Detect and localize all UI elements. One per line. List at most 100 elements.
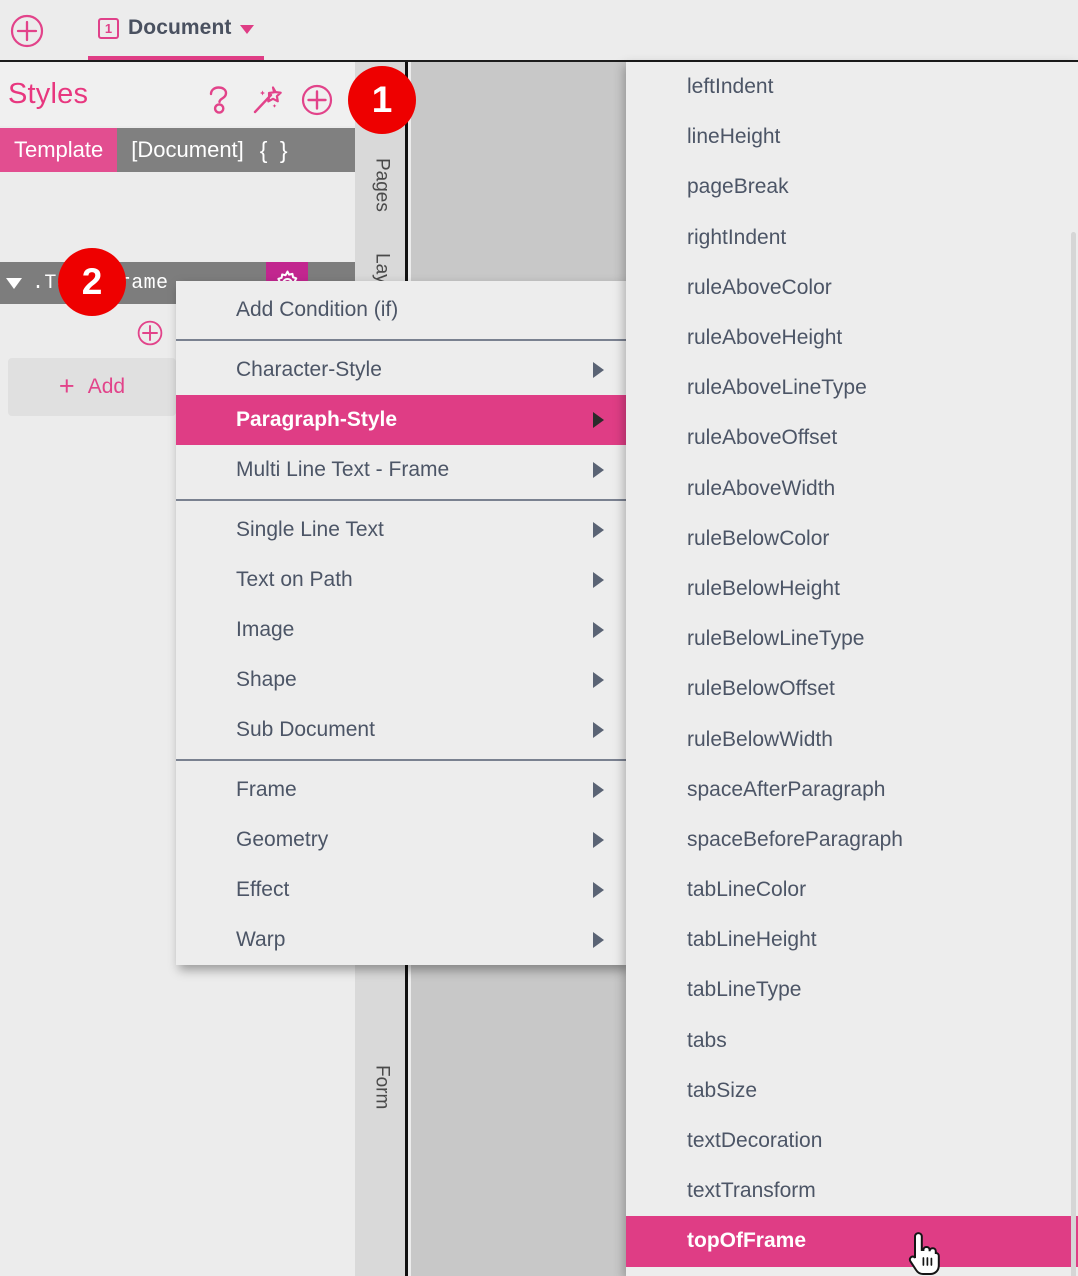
submenu-arrow-icon — [593, 882, 604, 898]
menu-item[interactable]: Paragraph-Style — [176, 395, 626, 445]
menu-item[interactable]: Single Line Text — [176, 505, 626, 555]
submenu-item-label: ruleBelowColor — [687, 526, 830, 550]
submenu-item-label: textDecoration — [687, 1129, 823, 1153]
submenu-arrow-icon — [593, 782, 604, 798]
submenu-item-label: spaceBeforeParagraph — [687, 827, 903, 851]
submenu-item-label: tabLineColor — [687, 878, 807, 902]
vertical-tab-pages-label: Pages — [371, 158, 393, 212]
submenu-item[interactable]: pageBreak — [626, 162, 1078, 212]
paragraph-style-submenu: leftIndent lineHeight pageBreak rightIndent… — [626, 62, 1078, 1276]
submenu-item[interactable]: rightIndent — [626, 213, 1078, 263]
submenu-item-label: textTransform — [687, 1179, 816, 1203]
step-badge-2: 2 — [58, 248, 126, 316]
submenu-item-label: tabs — [687, 1028, 727, 1052]
step-badge-1: 1 — [348, 66, 416, 134]
magic-wand-icon[interactable] — [252, 85, 282, 115]
menu-item-label: Geometry — [236, 828, 329, 851]
submenu-item[interactable]: ruleAboveColor — [626, 263, 1078, 313]
menu-item-label: Shape — [236, 668, 297, 691]
submenu-item[interactable]: spaceAfterParagraph — [626, 765, 1078, 815]
submenu-arrow-icon — [593, 672, 604, 688]
submenu-item[interactable]: spaceBeforeParagraph — [626, 815, 1078, 865]
menu-separator — [176, 759, 626, 761]
page-count-badge: 1 — [98, 17, 119, 39]
menu-item[interactable]: Effect — [176, 865, 626, 915]
menu-item[interactable]: Shape — [176, 655, 626, 705]
tab-document[interactable]: 1 Document — [88, 0, 265, 60]
submenu-item[interactable]: tabSize — [626, 1066, 1078, 1116]
submenu-item[interactable]: ruleBelowLineType — [626, 614, 1078, 664]
menu-item-label: Add Condition (if) — [236, 298, 399, 321]
submenu-item[interactable]: textTransform — [626, 1166, 1078, 1216]
styles-panel-header: Styles — [0, 62, 355, 126]
submenu-item[interactable]: lineHeight — [626, 112, 1078, 162]
submenu-item-label: rightIndent — [687, 225, 787, 249]
submenu-item[interactable]: tabs — [626, 1016, 1078, 1066]
submenu-item[interactable]: ruleAboveLineType — [626, 363, 1078, 413]
menu-item[interactable]: Text on Path — [176, 555, 626, 605]
menu-item-label: Sub Document — [236, 718, 375, 741]
submenu-item[interactable]: ruleAboveOffset — [626, 413, 1078, 463]
submenu-item[interactable]: ruleBelowOffset — [626, 664, 1078, 714]
menu-item[interactable]: Multi Line Text - Frame — [176, 445, 626, 495]
submenu-item-label: ruleAboveHeight — [687, 326, 843, 350]
template-document-field[interactable]: [Document] { } — [117, 128, 355, 172]
vertical-tab-form[interactable]: Form — [355, 1052, 408, 1122]
submenu-item[interactable]: ruleAboveHeight — [626, 313, 1078, 363]
submenu-item[interactable]: leftIndent — [626, 62, 1078, 112]
menu-item-label: Frame — [236, 778, 297, 801]
submenu-item[interactable]: tabLineType — [626, 965, 1078, 1015]
styles-panel-title: Styles — [8, 78, 89, 110]
submenu-arrow-icon — [593, 832, 604, 848]
submenu-item[interactable]: topOfFrame — [626, 1216, 1078, 1267]
submenu-scrollbar[interactable] — [1071, 232, 1076, 1276]
template-chip-label: Template — [14, 137, 104, 162]
menu-separator — [176, 499, 626, 501]
submenu-item-label: ruleAboveWidth — [687, 476, 836, 500]
add-style-icon[interactable] — [301, 84, 333, 116]
submenu-arrow-icon — [593, 522, 604, 538]
top-bar: 1 Document — [0, 0, 1078, 62]
menu-item[interactable]: Sub Document — [176, 705, 626, 755]
submenu-item-label: ruleAboveColor — [687, 275, 832, 299]
triangle-down-icon[interactable] — [6, 277, 22, 289]
submenu-item-label: ruleBelowWidth — [687, 727, 833, 751]
submenu-item[interactable]: ruleBelowColor — [626, 514, 1078, 564]
template-chip[interactable]: Template — [0, 128, 118, 172]
menu-item[interactable]: Warp — [176, 915, 626, 965]
menu-item[interactable]: Geometry — [176, 815, 626, 865]
menu-separator — [176, 339, 626, 341]
menu-item[interactable]: Frame — [176, 765, 626, 815]
submenu-arrow-icon — [593, 932, 604, 948]
menu-item-label: Multi Line Text - Frame — [236, 458, 450, 481]
tab-document-label: Document — [128, 16, 232, 39]
menu-item[interactable]: Add Condition (if) — [176, 285, 626, 335]
submenu-item-label: pageBreak — [687, 175, 789, 199]
menu-item[interactable]: Image — [176, 605, 626, 655]
submenu-item[interactable]: ruleBelowHeight — [626, 564, 1078, 614]
submenu-item-label: tabLineType — [687, 978, 802, 1002]
vertical-tab-pages[interactable]: Pages — [355, 148, 408, 222]
submenu-item-label: spaceAfterParagraph — [687, 777, 886, 801]
submenu-item[interactable]: tabLineColor — [626, 865, 1078, 915]
plus-icon: + — [58, 370, 75, 401]
submenu-arrow-icon — [593, 462, 604, 478]
add-button[interactable]: + Add — [8, 358, 176, 416]
menu-item[interactable]: Character-Style — [176, 345, 626, 395]
caret-down-icon[interactable] — [240, 25, 255, 34]
menu-item-label: Text on Path — [236, 568, 353, 591]
submenu-arrow-icon — [593, 622, 604, 638]
template-document-label: [Document] — [131, 137, 244, 162]
submenu-arrow-icon — [593, 722, 604, 738]
submenu-item[interactable]: ruleBelowWidth — [626, 714, 1078, 764]
add-button-label: Add — [87, 375, 126, 398]
new-document-plus-circle-icon[interactable] — [10, 14, 44, 48]
submenu-item[interactable]: tabLineHeight — [626, 915, 1078, 965]
add-condition-plus-icon[interactable] — [137, 320, 163, 346]
submenu-item-label: ruleAboveLineType — [687, 376, 867, 400]
submenu-item[interactable]: textDecoration — [626, 1116, 1078, 1166]
submenu-arrow-icon — [593, 412, 604, 428]
submenu-item[interactable]: ruleAboveWidth — [626, 464, 1078, 514]
template-selector-row: Template [Document] { } — [0, 128, 355, 172]
help-question-icon[interactable] — [207, 85, 233, 115]
